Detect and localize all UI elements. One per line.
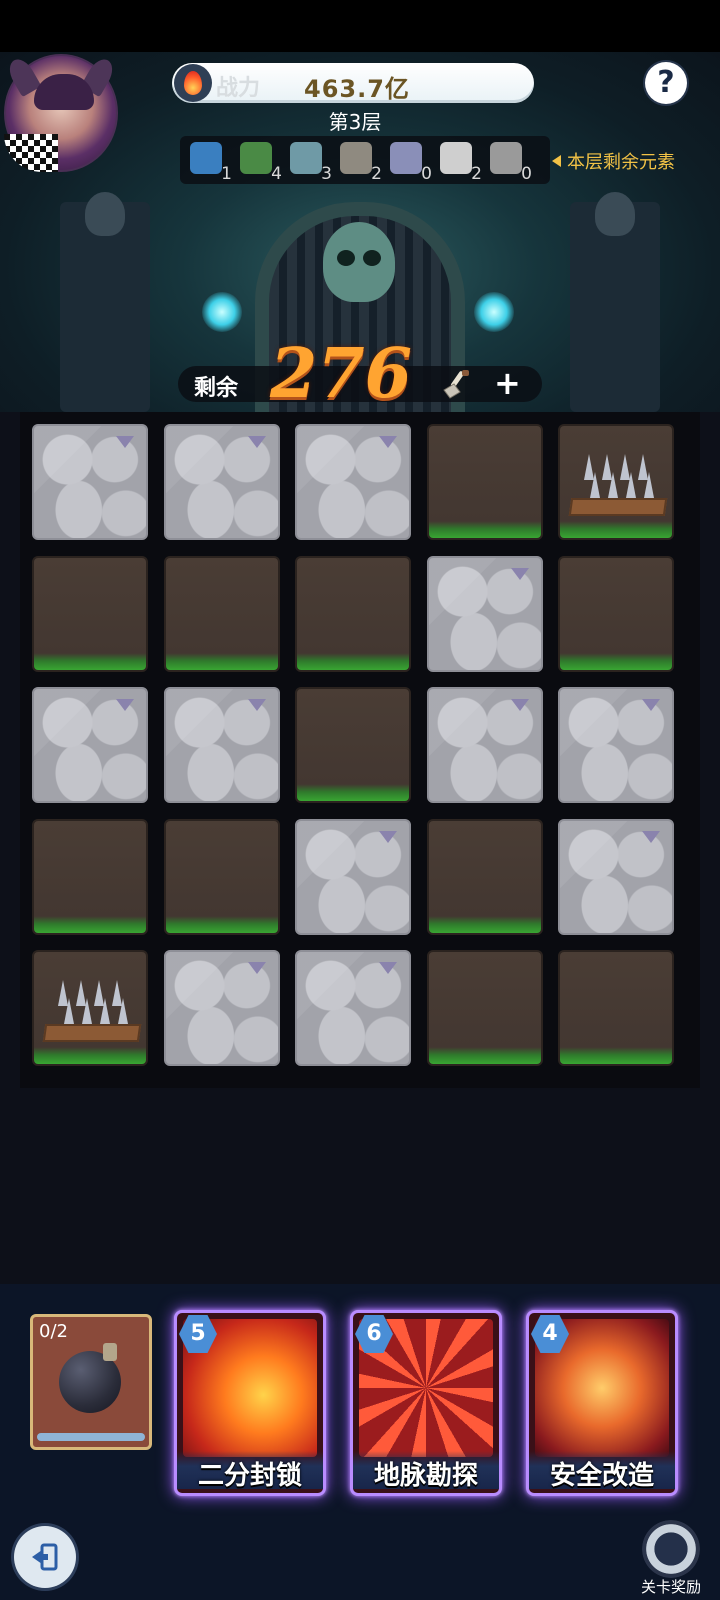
bomb-fuse	[103, 1343, 117, 1361]
floor-label: 第3层	[328, 110, 382, 134]
power-value: 463.7亿	[304, 75, 410, 103]
dirt-tile[interactable]	[426, 424, 543, 540]
element-item: 0	[486, 140, 534, 184]
element-count: 0	[421, 164, 432, 184]
element-count: 3	[321, 164, 332, 184]
stone-tile[interactable]	[558, 687, 674, 803]
dig-grid	[20, 412, 700, 1088]
skill-card[interactable]: 5 二分封锁	[174, 1310, 326, 1496]
dirt-tile[interactable]	[32, 818, 148, 935]
element-item: 0	[386, 140, 434, 184]
stone-tile[interactable]	[426, 687, 543, 803]
torch-right-icon	[474, 292, 514, 332]
element-item: 3	[286, 140, 334, 184]
skill-name: 地脉勘探	[353, 1451, 499, 1491]
stone-tile[interactable]	[163, 950, 280, 1066]
dirt-tile[interactable]	[163, 818, 280, 935]
level-reward-label: 关卡奖励	[640, 1578, 701, 1596]
pillar-left	[60, 192, 150, 412]
stone-tile[interactable]	[295, 818, 411, 935]
element-count: 2	[471, 164, 482, 184]
stone-tile[interactable]	[426, 555, 543, 672]
crossed-swords-icon	[390, 142, 422, 174]
combat-power-bar: 战力 463.7亿	[172, 63, 534, 103]
element-item: 4	[236, 140, 284, 184]
exit-button[interactable]	[14, 1526, 76, 1588]
pillar-right	[570, 192, 660, 412]
forbidden-icon	[240, 142, 272, 174]
stone-tile[interactable]	[295, 950, 411, 1066]
stone-tile[interactable]	[163, 424, 280, 540]
element-count: 0	[521, 164, 532, 184]
stone-tile[interactable]	[163, 687, 280, 803]
exit-icon	[32, 1543, 58, 1571]
triangle-left-icon	[552, 155, 561, 167]
flame-icon	[174, 64, 212, 102]
stone-tile[interactable]	[295, 424, 411, 540]
shovel-icon	[443, 370, 469, 399]
level-reward-button[interactable]: 关卡奖励	[636, 1520, 706, 1600]
element-item: 1	[186, 140, 234, 184]
stone-tile[interactable]	[32, 687, 148, 803]
bomb-count: 0/2	[39, 1321, 68, 1342]
remaining-value: 276	[270, 334, 412, 414]
pickaxe-icon	[340, 142, 372, 174]
skill-name: 安全改造	[529, 1451, 675, 1491]
remaining-label: 剩余	[194, 376, 239, 401]
element-count: 2	[371, 164, 382, 184]
dirt-tile[interactable]	[426, 818, 543, 935]
dirt-tile[interactable]	[558, 555, 674, 672]
remaining-elements-toggle[interactable]: 本层剩余元素	[552, 148, 675, 174]
player-avatar[interactable]	[4, 54, 118, 172]
help-button[interactable]: ?	[645, 62, 687, 104]
bomb-progress-bar	[37, 1433, 145, 1441]
element-item: 2	[336, 140, 384, 184]
gear-icon	[642, 1520, 700, 1578]
spike-trap-tile[interactable]	[558, 424, 674, 540]
dirt-tile[interactable]	[295, 687, 411, 803]
floor-elements-bar: 1 4 3 2 0 2 0	[180, 136, 550, 184]
puzzle-icon	[490, 142, 522, 174]
bomb-card[interactable]: 0/2	[30, 1314, 152, 1450]
spike-trap-icon	[42, 972, 142, 1042]
spike-trap-icon	[568, 446, 668, 516]
stone-tile[interactable]	[558, 818, 674, 935]
dirt-tile[interactable]	[163, 555, 280, 672]
remaining-digs-bar: 剩余 276 +	[178, 334, 542, 414]
skill-panel: 0/2 5 二分封锁 6 地脉勘探 4 安全改造	[0, 1284, 720, 1600]
element-item: 2	[436, 140, 484, 184]
torch-left-icon	[202, 292, 242, 332]
spike-trap-tile[interactable]	[32, 950, 148, 1066]
skill-name: 二分封锁	[177, 1451, 323, 1491]
dirt-tile[interactable]	[426, 950, 543, 1066]
top-strip	[0, 0, 720, 52]
locked-chest-icon	[290, 142, 322, 174]
element-count: 1	[221, 164, 232, 184]
portal-icon	[190, 142, 222, 174]
power-label: 战力	[216, 76, 261, 101]
dirt-tile[interactable]	[558, 950, 674, 1066]
dirt-tile[interactable]	[295, 555, 411, 672]
skill-card[interactable]: 6 地脉勘探	[350, 1310, 502, 1496]
skill-card[interactable]: 4 安全改造	[526, 1310, 678, 1496]
skull-icon	[323, 222, 395, 302]
add-digs-button[interactable]: +	[494, 364, 521, 402]
stone-tile[interactable]	[32, 424, 148, 540]
element-count: 4	[271, 164, 282, 184]
spiderweb-icon	[440, 142, 472, 174]
dirt-tile[interactable]	[32, 555, 148, 672]
remaining-elements-label: 本层剩余元素	[567, 152, 675, 173]
